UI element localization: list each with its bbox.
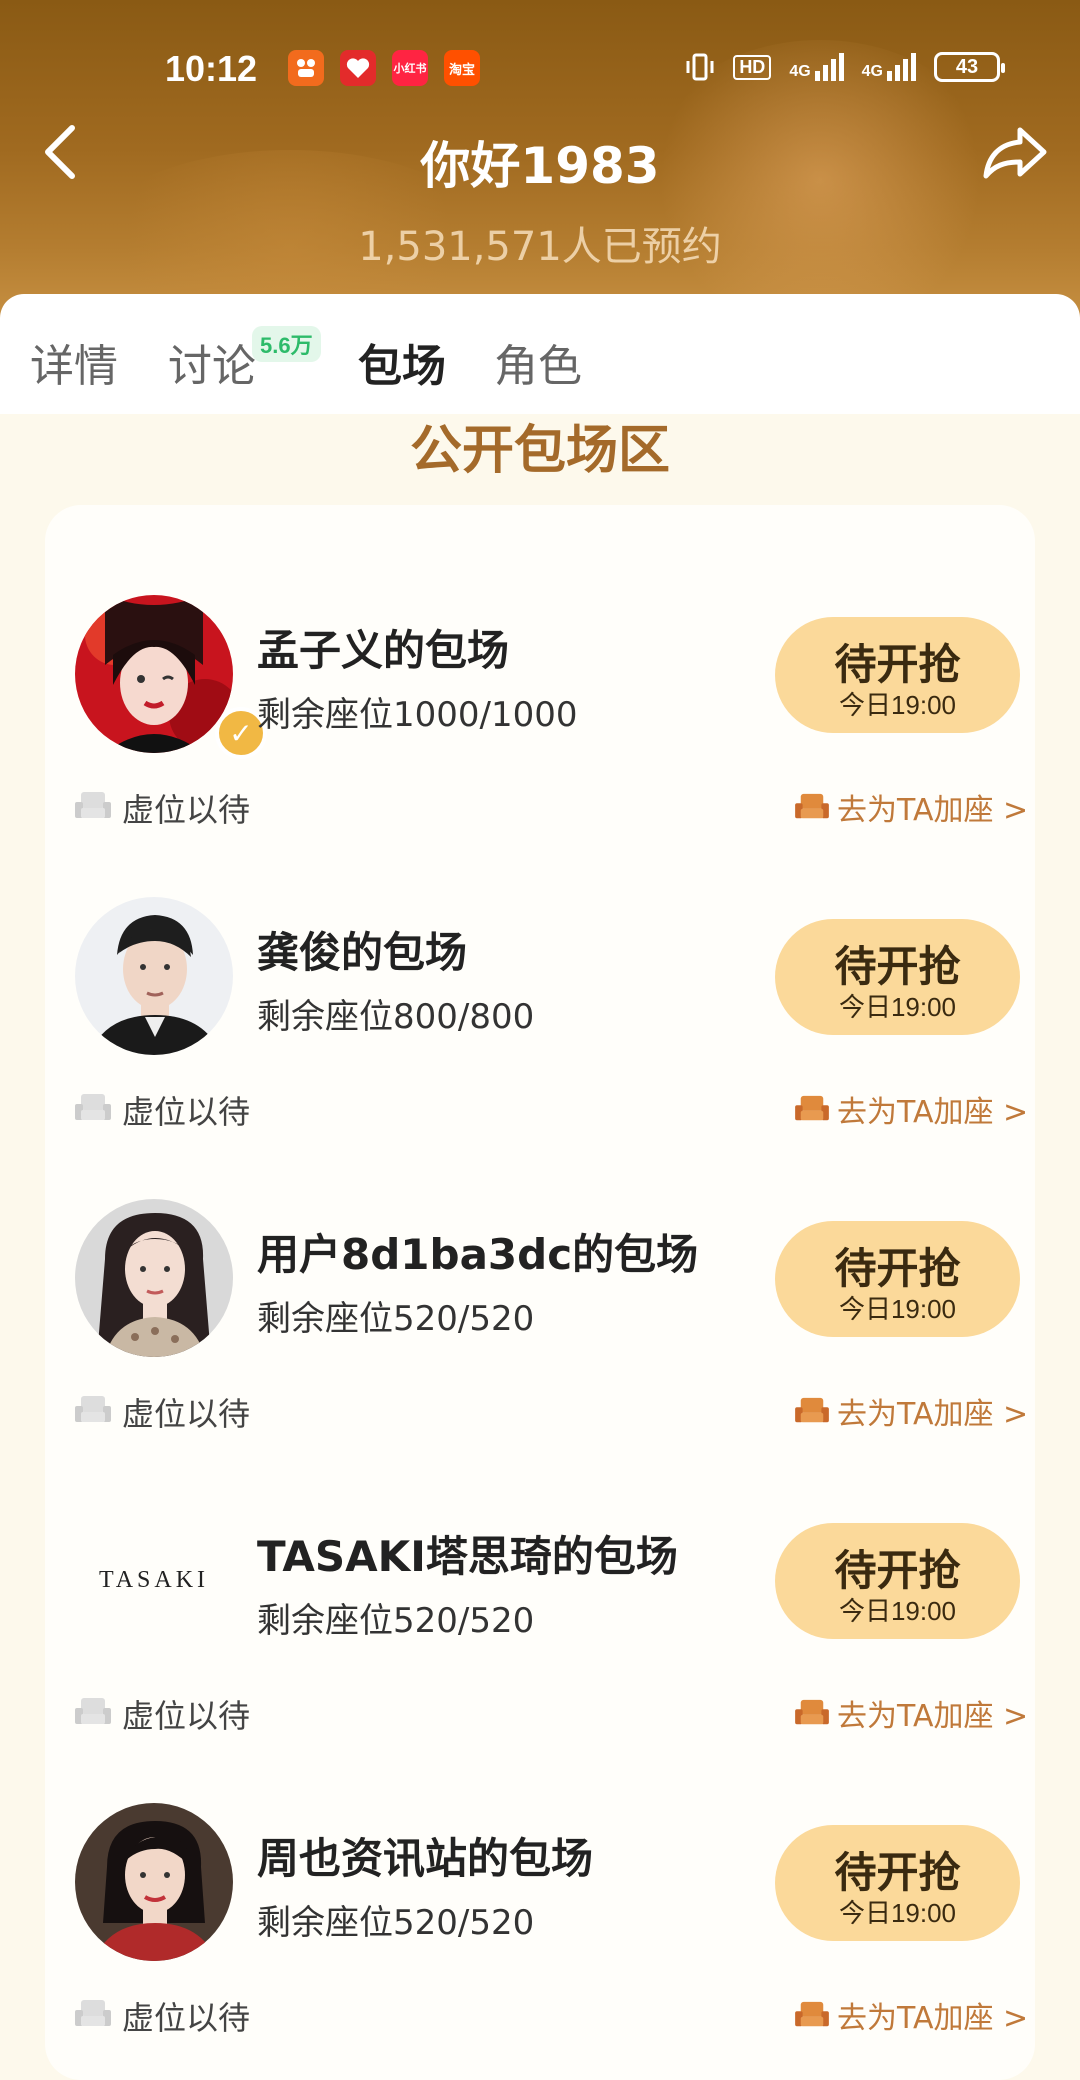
avatar[interactable] — [75, 595, 233, 753]
xiaohongshu-icon: 小红书 — [392, 50, 428, 86]
tab-private-screening[interactable]: 包场 — [358, 330, 446, 394]
grab-button[interactable]: 待开抢 今日19:00 — [775, 1825, 1020, 1941]
grab-button[interactable]: 待开抢 今日19:00 — [775, 919, 1020, 1035]
discussion-count-badge: 5.6万 — [252, 326, 321, 362]
remaining-seats: 剩余座位520/520 — [257, 1601, 535, 1641]
empty-seat-icon — [75, 2000, 111, 2026]
screening-name[interactable]: 用户8d1ba3dc的包场 — [257, 1221, 698, 1282]
signal-1-icon: 4G — [789, 53, 844, 81]
remaining-seats: 剩余座位1000/1000 — [257, 695, 578, 735]
remaining-seats: 剩余座位520/520 — [257, 1903, 535, 1943]
screening-name[interactable]: 孟子义的包场 — [257, 617, 509, 678]
seat-icon — [795, 2001, 829, 2027]
avatar[interactable] — [75, 1803, 233, 1961]
grab-button[interactable]: 待开抢 今日19:00 — [775, 617, 1020, 733]
screening-name[interactable]: 龚俊的包场 — [257, 919, 467, 980]
grab-button-label: 待开抢 — [834, 1848, 961, 1897]
tab-discussion[interactable]: 讨论 — [168, 330, 256, 394]
battery-icon: 43 — [934, 52, 1005, 82]
grab-button[interactable]: 待开抢 今日19:00 — [775, 1523, 1020, 1639]
list-item: TASAKI TASAKI塔思琦的包场 剩余座位520/520 待开抢 今日19… — [45, 1411, 1035, 1735]
list-item: ✓ 孟子义的包场 剩余座位1000/1000 待开抢 今日19:00 虚位以待 … — [45, 505, 1035, 829]
list-item: 龚俊的包场 剩余座位800/800 待开抢 今日19:00 虚位以待 去为TA加… — [45, 807, 1035, 1131]
waiting-label: 虚位以待 — [122, 1999, 251, 2037]
screening-name[interactable]: 周也资讯站的包场 — [257, 1825, 593, 1886]
share-icon — [983, 127, 1047, 179]
status-time: 10:12 — [165, 48, 258, 89]
grab-button-label: 待开抢 — [834, 640, 961, 689]
grab-time: 今日19:00 — [838, 1294, 957, 1324]
screening-name[interactable]: TASAKI塔思琦的包场 — [257, 1523, 678, 1584]
brand-logo[interactable]: TASAKI — [75, 1501, 233, 1659]
vibrate-icon — [686, 53, 714, 81]
share-button[interactable] — [980, 122, 1050, 182]
list-item: 周也资讯站的包场 剩余座位520/520 待开抢 今日19:00 虚位以待 去为… — [45, 1713, 1035, 2037]
grab-time: 今日19:00 — [838, 1596, 957, 1626]
status-bar: 10:12 小红书 淘宝 HD 4G 4G 43 — [0, 40, 1080, 100]
taobao-icon: 淘宝 — [444, 50, 480, 86]
app-red-heart-icon — [340, 50, 376, 86]
grab-time: 今日19:00 — [838, 690, 957, 720]
grab-time: 今日19:00 — [838, 992, 957, 1022]
remaining-seats: 剩余座位800/800 — [257, 997, 535, 1037]
reservation-count: 1,531,571人已预约 — [358, 224, 722, 270]
add-seat-link[interactable]: 去为TA加座 > — [795, 1993, 1028, 2037]
page-title: 你好1983 — [420, 137, 660, 195]
app-orange-icon — [288, 50, 324, 86]
grab-button-label: 待开抢 — [834, 942, 961, 991]
tab-details[interactable]: 详情 — [30, 330, 118, 394]
remaining-seats: 剩余座位520/520 — [257, 1299, 535, 1339]
grab-button-label: 待开抢 — [834, 1244, 961, 1293]
hd-icon: HD — [733, 54, 772, 80]
section-title: 公开包场区 — [409, 421, 670, 481]
grab-time: 今日19:00 — [838, 1898, 957, 1928]
list-item: 用户8d1ba3dc的包场 剩余座位520/520 待开抢 今日19:00 虚位… — [45, 1109, 1035, 1433]
grab-button-label: 待开抢 — [834, 1546, 961, 1595]
status-indicators: HD 4G 4G 43 — [685, 52, 1005, 82]
avatar[interactable] — [75, 1199, 233, 1357]
tab-characters[interactable]: 角色 — [494, 330, 582, 394]
grab-button[interactable]: 待开抢 今日19:00 — [775, 1221, 1020, 1337]
avatar[interactable] — [75, 897, 233, 1055]
add-seat-label: 去为TA加座 > — [837, 2001, 1029, 2036]
signal-2-icon: 4G — [862, 53, 916, 81]
